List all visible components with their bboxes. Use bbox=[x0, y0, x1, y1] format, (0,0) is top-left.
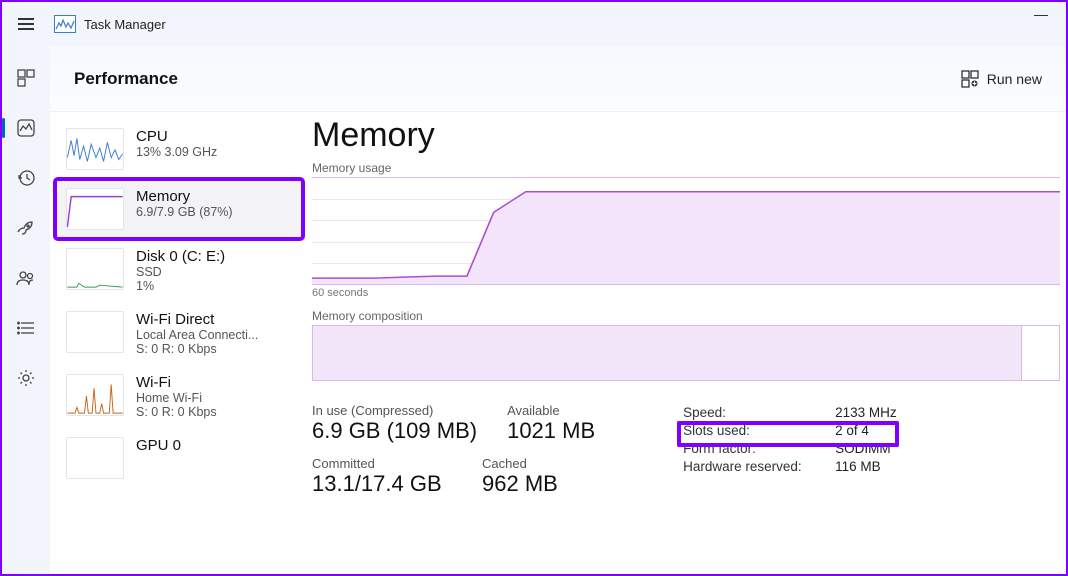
app-icon bbox=[54, 15, 76, 33]
sidebar-item-wifi[interactable]: Wi-Fi Home Wi-Fi S: 0 R: 0 Kbps bbox=[56, 366, 302, 427]
app-title: Task Manager bbox=[84, 17, 166, 32]
kv-speed: Speed:2133 MHz bbox=[683, 405, 905, 420]
kv-slots-used: Slots used:2 of 4 bbox=[683, 423, 905, 438]
sidebar-item-gpu0[interactable]: GPU 0 bbox=[56, 429, 302, 487]
run-new-icon bbox=[961, 70, 979, 88]
nav-services[interactable] bbox=[14, 366, 38, 390]
sidebar-item-label: Wi-Fi bbox=[136, 374, 296, 391]
memory-details-list: Speed:2133 MHz Slots used:2 of 4 Form fa… bbox=[683, 403, 905, 497]
hamburger-menu[interactable] bbox=[2, 2, 50, 46]
nav-rail bbox=[2, 46, 50, 574]
usage-axis-label: 60 seconds bbox=[312, 287, 1060, 299]
sidebar-item-disk0[interactable]: Disk 0 (C: E:) SSD 1% bbox=[56, 240, 302, 301]
nav-performance[interactable] bbox=[14, 116, 38, 140]
titlebar: Task Manager bbox=[2, 2, 1066, 46]
composition-label: Memory composition bbox=[312, 309, 1060, 323]
kv-hardware-reserved: Hardware reserved:116 MB bbox=[683, 459, 905, 474]
cpu-thumbnail bbox=[66, 128, 124, 170]
stat-in-use: In use (Compressed) 6.9 GB (109 MB) bbox=[312, 403, 477, 444]
sidebar-item-cpu[interactable]: CPU 13% 3.09 GHz bbox=[56, 120, 302, 178]
sidebar-item-label: Disk 0 (C: E:) bbox=[136, 248, 296, 265]
wifi-thumbnail bbox=[66, 374, 124, 416]
nav-startup[interactable] bbox=[14, 216, 38, 240]
memory-composition-chart bbox=[312, 325, 1060, 381]
sidebar-item-memory[interactable]: Memory 6.9/7.9 GB (87%) bbox=[56, 180, 302, 238]
detail-pane: Memory Memory usage 60 seconds Memory co… bbox=[308, 112, 1066, 574]
run-new-label: Run new bbox=[987, 71, 1042, 87]
gpu-thumbnail bbox=[66, 437, 124, 479]
disk-thumbnail bbox=[66, 248, 124, 290]
window-minimize-button[interactable] bbox=[1034, 14, 1048, 16]
sidebar-item-wifi-direct[interactable]: Wi-Fi Direct Local Area Connecti... S: 0… bbox=[56, 303, 302, 364]
memory-thumbnail bbox=[66, 188, 124, 230]
sidebar-item-label: Wi-Fi Direct bbox=[136, 311, 296, 328]
kv-form-factor: Form factor:SODIMM bbox=[683, 441, 905, 456]
perf-sidebar: CPU 13% 3.09 GHz Memory 6.9/7.9 GB (87%)… bbox=[50, 112, 308, 574]
nav-processes[interactable] bbox=[14, 66, 38, 90]
stat-cached: Cached 962 MB bbox=[482, 456, 622, 497]
stat-available: Available 1021 MB bbox=[507, 403, 647, 444]
nav-users[interactable] bbox=[14, 266, 38, 290]
nav-history[interactable] bbox=[14, 166, 38, 190]
sidebar-item-label: CPU bbox=[136, 128, 296, 145]
stat-committed: Committed 13.1/17.4 GB bbox=[312, 456, 452, 497]
sidebar-item-label: Memory bbox=[136, 188, 296, 205]
usage-chart-label: Memory usage bbox=[312, 161, 1060, 175]
run-new-task-button[interactable]: Run new bbox=[961, 70, 1042, 88]
nav-details[interactable] bbox=[14, 316, 38, 340]
page-title: Performance bbox=[74, 69, 178, 89]
wifi-direct-thumbnail bbox=[66, 311, 124, 353]
sidebar-item-label: GPU 0 bbox=[136, 437, 296, 454]
memory-usage-chart bbox=[312, 177, 1060, 285]
memory-stats: In use (Compressed) 6.9 GB (109 MB) Avai… bbox=[312, 403, 1060, 497]
detail-title: Memory bbox=[312, 116, 1060, 155]
page-header: Performance Run new bbox=[50, 46, 1066, 112]
